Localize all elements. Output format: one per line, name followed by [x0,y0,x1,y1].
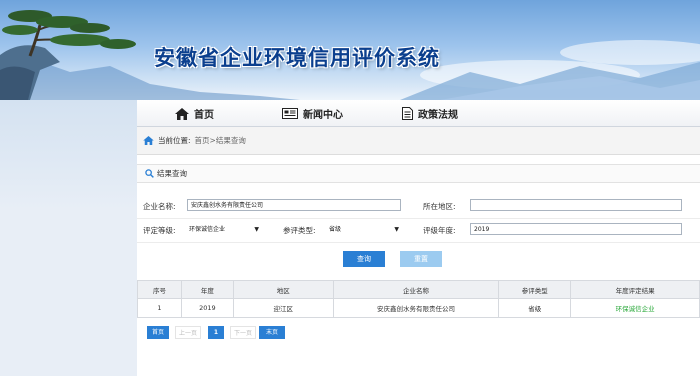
breadcrumb-current: 结果查询 [215,136,246,145]
cell-result[interactable]: 环保诚信企业 [570,298,700,318]
breadcrumb-label: 当前位置: [158,136,191,145]
breadcrumb: 当前位置: 首页 > 结果查询 [137,127,700,155]
header-banner: 安徽省企业环境信用评价系统 [0,0,700,100]
table-row: 1 2019 迎江区 安庆鑫创水务有限责任公司 省级 环保诚信企业 [137,298,700,318]
left-backdrop [0,100,137,376]
col-header-region: 地区 [232,280,334,299]
chevron-down-icon: ▼ [394,226,399,233]
year-input[interactable]: 2019 [470,223,682,235]
document-icon [402,107,413,120]
nav-home-label: 首页 [194,110,214,121]
home-icon [175,107,189,120]
cell-company: 安庆鑫创水务有限责任公司 [332,298,500,318]
grade-label: 评定等级: [143,226,176,235]
section-title: 结果查询 [157,169,187,178]
newspaper-icon [282,108,298,119]
results-table: 序号 年度 地区 企业名称 参评类型 年度评定结果 1 2019 迎江区 安庆鑫… [137,280,700,318]
cell-no: 1 [137,298,182,318]
form-row-filters: 评定等级: 环保诚信企业 ▼ 参评类型: 省级 ▼ 评级年度: 2019 [137,218,700,243]
chevron-down-icon: ▼ [254,226,259,233]
table-header-row: 序号 年度 地区 企业名称 参评类型 年度评定结果 [137,280,700,299]
cell-type: 省级 [498,298,572,318]
nav-home[interactable]: 首页 [175,106,214,121]
pager-page-1[interactable]: 1 [208,326,224,339]
breadcrumb-home-link[interactable]: 首页 [195,135,210,146]
pine-tree-illustration [0,10,136,100]
pager-last-button[interactable]: 末页 [259,326,285,339]
cell-year: 2019 [180,298,234,318]
nav-policy-label: 政策法规 [418,110,458,121]
col-header-type: 参评类型 [498,280,572,299]
nav-policy[interactable]: 政策法规 [402,106,458,121]
grade-select-value: 环保诚信企业 [189,226,226,233]
pager-next-button[interactable]: 下一页 [230,326,256,339]
form-row-company: 企业名称: 安庆鑫创水务有限责任公司 所在地区: [137,194,700,219]
col-header-no: 序号 [137,280,182,299]
pager-first-button[interactable]: 首页 [147,326,169,339]
nav-news-label: 新闻中心 [303,110,343,121]
nav-news[interactable]: 新闻中心 [282,106,343,121]
cell-region: 迎江区 [232,298,334,318]
main-panel: 当前位置: 首页 > 结果查询 结果查询 企业名称: 安庆鑫创水务有限责任公司 … [137,127,700,376]
company-name-input[interactable]: 安庆鑫创水务有限责任公司 [187,199,401,211]
grade-select[interactable]: 环保诚信企业 ▼ [187,223,261,236]
type-select[interactable]: 省级 ▼ [327,223,401,236]
type-label: 参评类型: [283,226,316,235]
region-label: 所在地区: [423,202,456,211]
col-header-year: 年度 [180,280,234,299]
reset-button[interactable]: 重置 [400,251,442,267]
site-title: 安徽省企业环境信用评价系统 [154,46,440,70]
query-button[interactable]: 查询 [343,251,385,267]
pager-prev-button[interactable]: 上一页 [175,326,201,339]
type-select-value: 省级 [329,226,342,233]
section-header: 结果查询 [137,164,700,183]
company-label: 企业名称: [143,202,176,211]
year-label: 评级年度: [423,226,456,235]
region-input[interactable] [470,199,682,211]
main-nav: 首页 新闻中心 政策法规 [137,100,700,127]
home-icon [143,136,154,145]
col-header-company: 企业名称 [332,280,500,299]
search-icon [145,169,154,178]
col-header-result: 年度评定结果 [570,280,700,299]
